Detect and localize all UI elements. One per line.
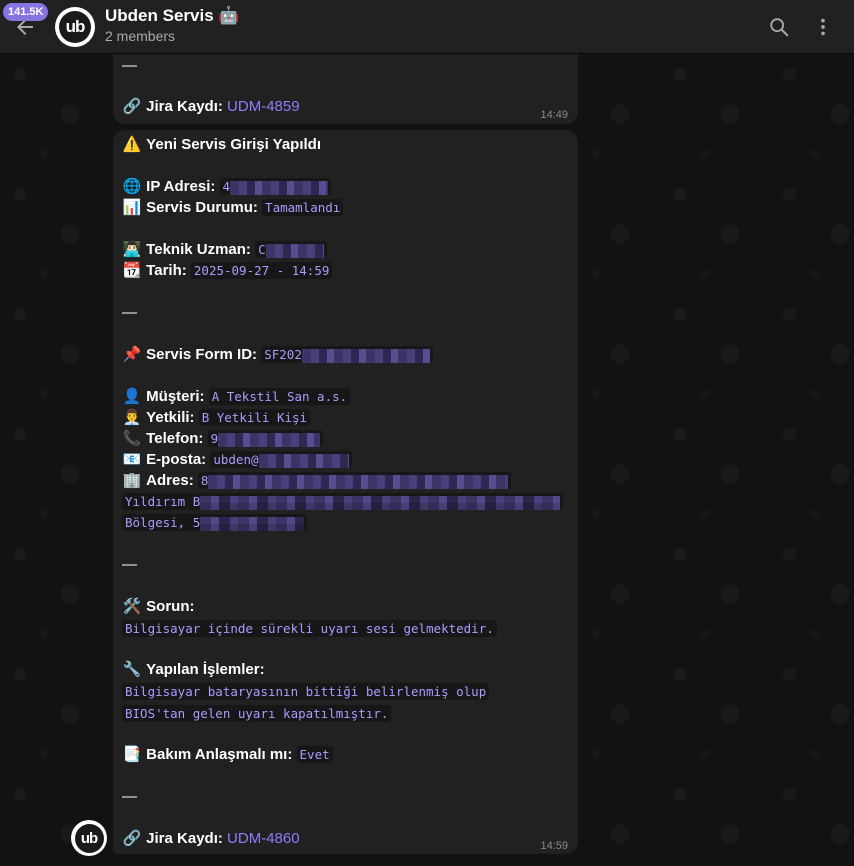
message-heading: ⚠️ Yeni Servis Girişi Yapıldı [122,136,321,153]
message-bubble[interactable]: — 🔗 Jira Kaydı: UDM-4859 14:49 [113,54,578,124]
search-icon [770,18,789,37]
ip-line: 🌐 IP Adresi: 4 [122,176,332,197]
contact-person-icon: 👨‍💼 [122,409,142,426]
jira-label: Jira Kaydı: [146,98,223,115]
status-line: 📊 Servis Durumu: Tamamlandı [122,197,344,218]
problem-line: Bilgisayar içinde sürekli uyarı sesi gel… [122,618,497,639]
person-icon: 👤 [122,388,142,405]
problem-heading: 🛠️ Sorun: [122,598,195,615]
tech-value[interactable]: C [255,241,327,258]
address-value[interactable]: 8 [197,472,512,489]
message-time: 14:59 [540,840,568,852]
chat-title[interactable]: Ubden Servis 🤖 [105,6,240,26]
avatar-logo: ub [59,11,91,43]
divider: — [122,788,137,805]
jira-link[interactable]: UDM-4860 [227,830,300,847]
customer-value[interactable]: A Tekstil San a.s. [208,388,351,405]
link-icon: 🔗 [122,830,142,847]
document-icon: 📑 [122,746,142,763]
actions-line-1: Bilgisayar bataryasının bittiği belirlen… [122,681,490,702]
maintenance-line: 📑 Bakım Anlaşmalı mı: Evet [122,744,333,765]
chart-icon: 📊 [122,199,142,216]
date-line: 📆 Tarih: 2025-09-27 - 14:59 [122,260,333,281]
form-value[interactable]: SF202 [261,346,433,363]
warning-icon: ⚠️ [122,136,142,153]
more-vertical-icon [821,18,825,36]
ip-value[interactable]: 4 [219,178,332,195]
actions-value[interactable]: Bilgisayar bataryasının bittiği belirlen… [122,683,490,700]
wrench-icon: 🔧 [122,661,142,678]
contact-value[interactable]: B Yetkili Kişi [198,409,311,426]
divider: — [122,556,137,573]
pushpin-icon: 📌 [122,346,142,363]
tools-icon: 🛠️ [122,598,142,615]
phone-line: 📞 Telefon: 9 [122,428,324,449]
link-icon: 🔗 [122,98,142,115]
address-line: 🏢 Adres: 8 [122,470,512,491]
avatar-logo: ub [74,823,104,853]
divider: — [122,57,137,74]
jira-link[interactable]: UDM-4859 [227,98,300,115]
search-button[interactable] [765,13,793,41]
date-value[interactable]: 2025-09-27 - 14:59 [190,262,333,279]
form-line: 📌 Servis Form ID: SF202 [122,344,433,365]
globe-icon: 🌐 [122,178,142,195]
phone-icon: 📞 [122,430,142,447]
phone-value[interactable]: 9 [207,430,324,447]
message-bubble[interactable]: ⚠️ Yeni Servis Girişi Yapıldı 🌐 IP Adres… [113,130,578,854]
office-building-icon: 🏢 [122,472,142,489]
status-value[interactable]: Tamamlandı [262,199,344,216]
problem-value[interactable]: Bilgisayar içinde sürekli uyarı sesi gel… [122,620,497,637]
sender-avatar[interactable]: ub [71,820,107,856]
message-time: 14:49 [540,109,568,121]
jira-line: 🔗 Jira Kaydı: UDM-4859 [122,96,300,117]
chat-avatar[interactable]: ub [55,7,95,47]
tech-line: 👨🏻‍💻 Teknik Uzman: C [122,239,327,260]
calendar-icon: 📆 [122,262,142,279]
address-line-2: Yıldırım B [122,491,564,512]
more-button[interactable] [809,13,837,41]
member-count: 2 members [105,28,176,44]
customer-line: 👤 Müşteri: A Tekstil San a.s. [122,386,351,407]
email-value[interactable]: ubden@ [210,451,352,468]
chat-header: 141.5K ub Ubden Servis 🤖 2 members [0,0,854,54]
contact-line: 👨‍💼 Yetkili: B Yetkili Kişi [122,407,311,428]
actions-line-2: BIOS'tan gelen uyarı kapatılmıştır. [122,703,392,724]
maintenance-value[interactable]: Evet [296,746,333,763]
address-line-3: Bölgesi, 5 [122,512,308,533]
actions-heading: 🔧 Yapılan İşlemler: [122,661,265,678]
divider: — [122,304,137,321]
technician-icon: 👨🏻‍💻 [122,241,142,258]
unread-badge: 141.5K [3,3,49,21]
jira-line: 🔗 Jira Kaydı: UDM-4860 [122,830,300,847]
email-line: 📧 E-posta: ubden@ [122,449,352,470]
email-icon: 📧 [122,451,142,468]
